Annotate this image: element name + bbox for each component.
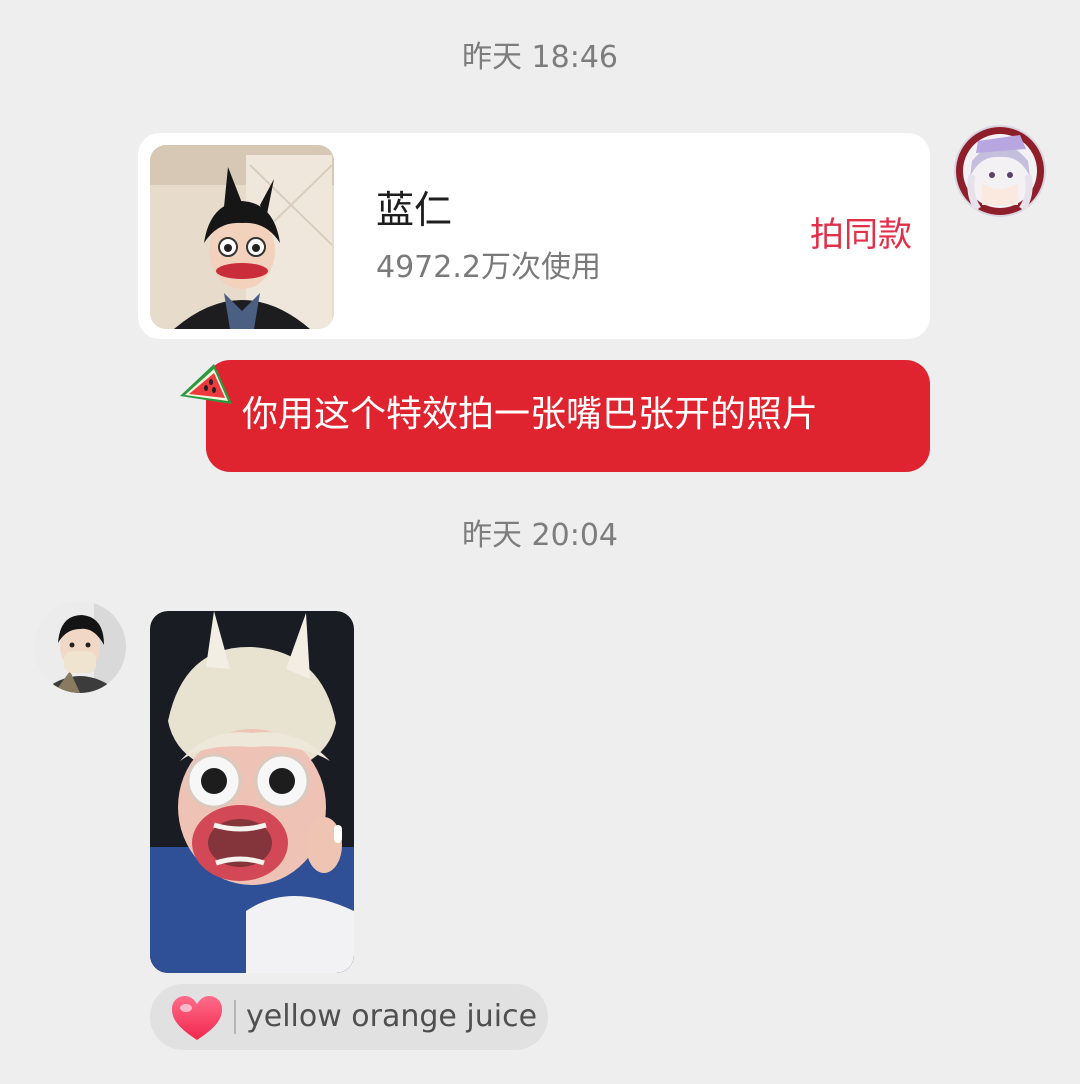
reaction-divider bbox=[234, 1000, 236, 1034]
my-avatar[interactable] bbox=[954, 125, 1046, 217]
heart-icon bbox=[170, 994, 224, 1042]
contact-avatar[interactable] bbox=[34, 601, 126, 693]
sent-message-bubble[interactable]: 你用这个特效拍一张嘴巴张开的照片 bbox=[206, 360, 930, 472]
reaction-chip[interactable]: yellow orange juice bbox=[150, 984, 548, 1050]
sent-message-text: 你用这个特效拍一张嘴巴张开的照片 bbox=[242, 394, 819, 435]
reaction-user-name: yellow orange juice bbox=[246, 999, 538, 1034]
shoot-same-button[interactable]: 拍同款 bbox=[792, 213, 912, 257]
effect-card[interactable]: 蓝仁 4972.2万次使用 拍同款 bbox=[138, 133, 930, 339]
watermelon-icon bbox=[176, 360, 238, 416]
effect-usage-count: 4972.2万次使用 bbox=[376, 250, 601, 285]
received-photo[interactable] bbox=[150, 611, 354, 973]
effect-name: 蓝仁 bbox=[376, 188, 453, 232]
timestamp: 昨天 20:04 bbox=[462, 518, 618, 553]
effect-thumbnail bbox=[150, 145, 334, 329]
timestamp: 昨天 18:46 bbox=[462, 40, 618, 75]
